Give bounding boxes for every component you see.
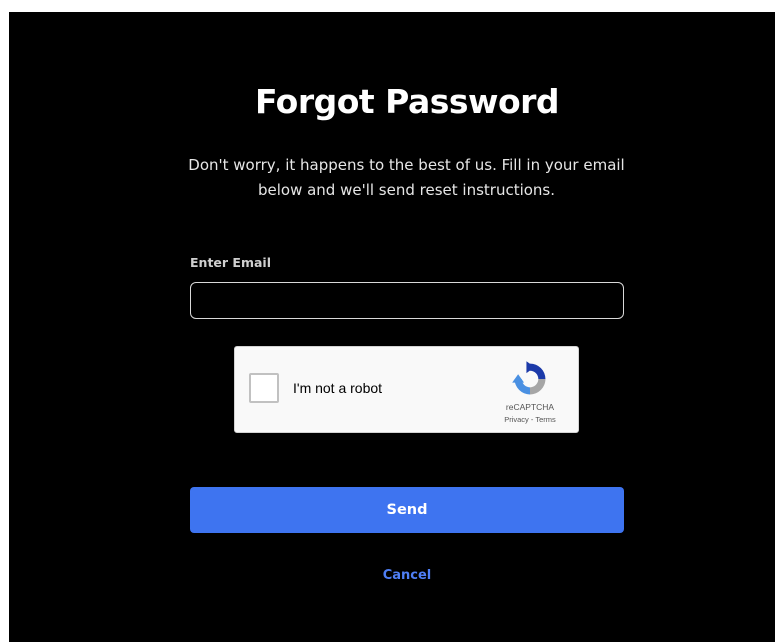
recaptcha-brand: reCAPTCHA bbox=[505, 402, 555, 412]
forgot-password-modal: Forgot Password Don't worry, it happens … bbox=[9, 12, 775, 642]
cancel-link[interactable]: Cancel bbox=[9, 568, 775, 583]
page-subtitle: Don't worry, it happens to the best of u… bbox=[188, 156, 625, 199]
email-input[interactable] bbox=[190, 282, 624, 319]
recaptcha-logo-icon bbox=[512, 361, 546, 395]
page-title: Forgot Password bbox=[254, 82, 560, 121]
recaptcha-checkbox[interactable] bbox=[249, 373, 279, 403]
recaptcha-widget: I'm not a robot reCAPTCHA Privacy - Term… bbox=[234, 346, 579, 433]
send-button[interactable]: Send bbox=[190, 487, 624, 533]
recaptcha-label: I'm not a robot bbox=[293, 380, 383, 396]
recaptcha-privacy-terms-link[interactable]: Privacy - Terms bbox=[485, 415, 575, 424]
email-label: Enter Email bbox=[190, 255, 271, 270]
